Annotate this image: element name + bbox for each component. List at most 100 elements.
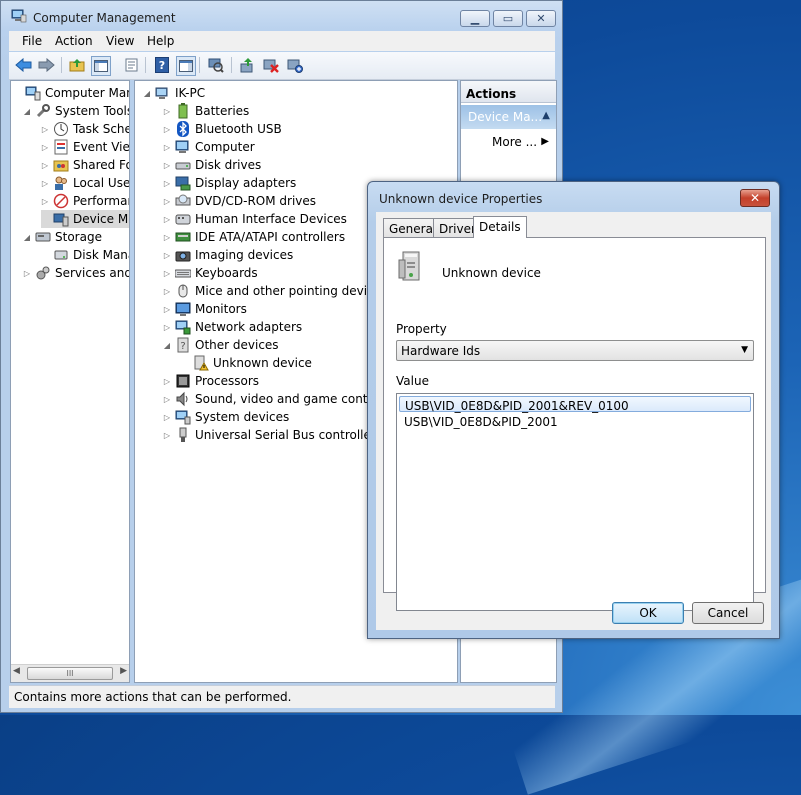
tree-item-computer-manag[interactable]: Computer Manag: [13, 84, 129, 102]
device-category-human-interface-devices[interactable]: ▷ Human Interface Devices: [163, 210, 347, 228]
mouse-icon: [175, 283, 191, 299]
expand-arrow-icon[interactable]: ▷: [41, 179, 49, 188]
expand-arrow-icon[interactable]: ▷: [163, 413, 171, 422]
help-button[interactable]: ?: [153, 56, 171, 74]
value-listbox[interactable]: USB\VID_0E8D&PID_2001&REV_0100 USB\VID_0…: [396, 393, 754, 611]
list-item[interactable]: USB\VID_0E8D&PID_2001: [399, 413, 751, 429]
property-dropdown[interactable]: Hardware Ids ▼: [396, 340, 754, 361]
device-category-batteries[interactable]: ▷ Batteries: [163, 102, 249, 120]
menu-file[interactable]: File: [22, 34, 42, 48]
tab-details[interactable]: Details: [473, 216, 527, 238]
device-category-display-adapters[interactable]: ▷ Display adapters: [163, 174, 296, 192]
device-category-mice-and-other-pointing-devices[interactable]: ▷ Mice and other pointing devices: [163, 282, 387, 300]
tree-item-local-user[interactable]: ▷ Local User: [41, 174, 129, 192]
scan-hardware-button[interactable]: [207, 56, 225, 74]
device-category-imaging-devices[interactable]: ▷ Imaging devices: [163, 246, 293, 264]
menu-action[interactable]: Action: [55, 34, 93, 48]
tree-item-task-sche[interactable]: ▷ Task Sche: [41, 120, 129, 138]
device-category-other-devices[interactable]: ◢? Other devices: [163, 336, 279, 354]
expand-arrow-icon[interactable]: ▷: [23, 269, 31, 278]
expand-arrow-icon[interactable]: ▷: [163, 269, 171, 278]
cancel-button[interactable]: Cancel: [692, 602, 764, 624]
back-button[interactable]: [14, 56, 32, 74]
tree-root-ik-pc[interactable]: ◢ IK-PC: [143, 84, 205, 102]
expand-arrow-icon[interactable]: ▷: [163, 125, 171, 134]
properties-button[interactable]: [122, 56, 140, 74]
scroll-thumb[interactable]: III: [27, 667, 113, 680]
horizontal-scrollbar[interactable]: ◀ III ▶: [11, 664, 129, 682]
scroll-left-icon[interactable]: ◀: [13, 666, 20, 676]
expand-arrow-icon[interactable]: ▷: [163, 251, 171, 260]
tree-item-services-and-a[interactable]: ▷ Services and A: [23, 264, 129, 282]
device-category-keyboards[interactable]: ▷ Keyboards: [163, 264, 258, 282]
enable-device-button[interactable]: [286, 56, 304, 74]
tree-item-event-view[interactable]: ▷ Event View: [41, 138, 129, 156]
device-category-bluetooth-usb[interactable]: ▷ Bluetooth USB: [163, 120, 282, 138]
uninstall-device-button[interactable]: [262, 56, 280, 74]
show-hide-action-pane-button[interactable]: [176, 56, 196, 76]
expand-arrow-icon[interactable]: ▷: [163, 287, 171, 296]
close-button[interactable]: ✕: [526, 10, 556, 27]
expand-arrow-icon[interactable]: ▷: [41, 143, 49, 152]
expand-arrow-icon[interactable]: ▷: [163, 215, 171, 224]
expand-arrow-icon[interactable]: ◢: [23, 233, 31, 242]
scroll-right-icon[interactable]: ▶: [120, 666, 127, 676]
device-category-sound-video-and-game-controll[interactable]: ▷ Sound, video and game controll: [163, 390, 386, 408]
forward-button[interactable]: [37, 56, 55, 74]
expand-arrow-icon[interactable]: ▷: [163, 431, 171, 440]
expand-arrow-icon[interactable]: ▷: [163, 161, 171, 170]
update-driver-button[interactable]: [238, 56, 256, 74]
expand-arrow-icon[interactable]: ▷: [163, 233, 171, 242]
actions-device-manager-section[interactable]: Device Ma... ▲: [461, 105, 556, 129]
expand-arrow-icon[interactable]: ▷: [163, 323, 171, 332]
action-pane-icon: [179, 60, 193, 72]
expand-arrow-icon[interactable]: ▷: [41, 125, 49, 134]
unknown-device-warning-icon: [193, 355, 209, 371]
tree-item-performar[interactable]: ▷ Performar: [41, 192, 129, 210]
device-category-ide-ata-atapi-controllers[interactable]: ▷ IDE ATA/ATAPI controllers: [163, 228, 345, 246]
device-tree-label: DVD/CD-ROM drives: [195, 194, 317, 208]
maximize-button[interactable]: ▭: [493, 10, 523, 27]
tree-item-shared-fo[interactable]: ▷ Shared Fo: [41, 156, 129, 174]
tree-item-storage[interactable]: ◢ Storage: [23, 228, 102, 246]
device-category-disk-drives[interactable]: ▷ Disk drives: [163, 156, 261, 174]
menu-view[interactable]: View: [106, 34, 134, 48]
unknown-device-properties-dialog: Unknown device Properties ✕ General Driv…: [367, 181, 780, 639]
expand-arrow-icon[interactable]: ◢: [163, 341, 171, 350]
device-category-dvd-cd-rom-drives[interactable]: ▷ DVD/CD-ROM drives: [163, 192, 316, 210]
device-category-unknown-device[interactable]: Unknown device: [181, 354, 312, 372]
expand-arrow-icon[interactable]: ▷: [163, 143, 171, 152]
list-item[interactable]: USB\VID_0E8D&PID_2001&REV_0100: [399, 396, 751, 413]
device-category-universal-serial-bus-controllers[interactable]: ▷ Universal Serial Bus controllers: [163, 426, 382, 444]
tree-item-disk-mana[interactable]: Disk Mana: [41, 246, 129, 264]
expand-arrow-icon[interactable]: ▷: [41, 197, 49, 206]
device-tree-label: Mice and other pointing devices: [195, 284, 388, 298]
expand-arrow-icon[interactable]: ▷: [163, 395, 171, 404]
expand-arrow-icon[interactable]: ◢: [143, 89, 151, 98]
expand-arrow-icon[interactable]: ▷: [163, 305, 171, 314]
ok-button[interactable]: OK: [612, 602, 684, 624]
show-hide-console-tree-button[interactable]: [91, 56, 111, 76]
expand-arrow-icon[interactable]: ▷: [163, 107, 171, 116]
dialog-close-button[interactable]: ✕: [740, 189, 770, 207]
up-one-level-button[interactable]: [68, 56, 86, 74]
more-actions-item[interactable]: More ... ▶: [461, 133, 556, 153]
tree-item-system-tools[interactable]: ◢ System Tools: [23, 102, 129, 120]
device-category-monitors[interactable]: ▷ Monitors: [163, 300, 247, 318]
expand-arrow-icon[interactable]: ◢: [23, 107, 31, 116]
device-category-network-adapters[interactable]: ▷ Network adapters: [163, 318, 302, 336]
tree-item-device-ma[interactable]: Device Ma: [41, 210, 129, 228]
expand-arrow-icon[interactable]: ▷: [163, 197, 171, 206]
expand-arrow-icon[interactable]: ▷: [163, 179, 171, 188]
device-tree-label: Other devices: [195, 338, 279, 352]
menu-help[interactable]: Help: [147, 34, 174, 48]
device-category-processors[interactable]: ▷ Processors: [163, 372, 259, 390]
expand-arrow-icon[interactable]: ▷: [163, 377, 171, 386]
ide-controller-icon: [175, 229, 191, 245]
minimize-button[interactable]: ▁: [460, 10, 490, 27]
device-category-computer[interactable]: ▷ Computer: [163, 138, 255, 156]
expand-arrow-icon[interactable]: ▷: [41, 161, 49, 170]
keyboard-icon: [174, 265, 192, 281]
title-bar[interactable]: Computer Management ▁ ▭ ✕: [1, 1, 562, 31]
device-category-system-devices[interactable]: ▷ System devices: [163, 408, 289, 426]
